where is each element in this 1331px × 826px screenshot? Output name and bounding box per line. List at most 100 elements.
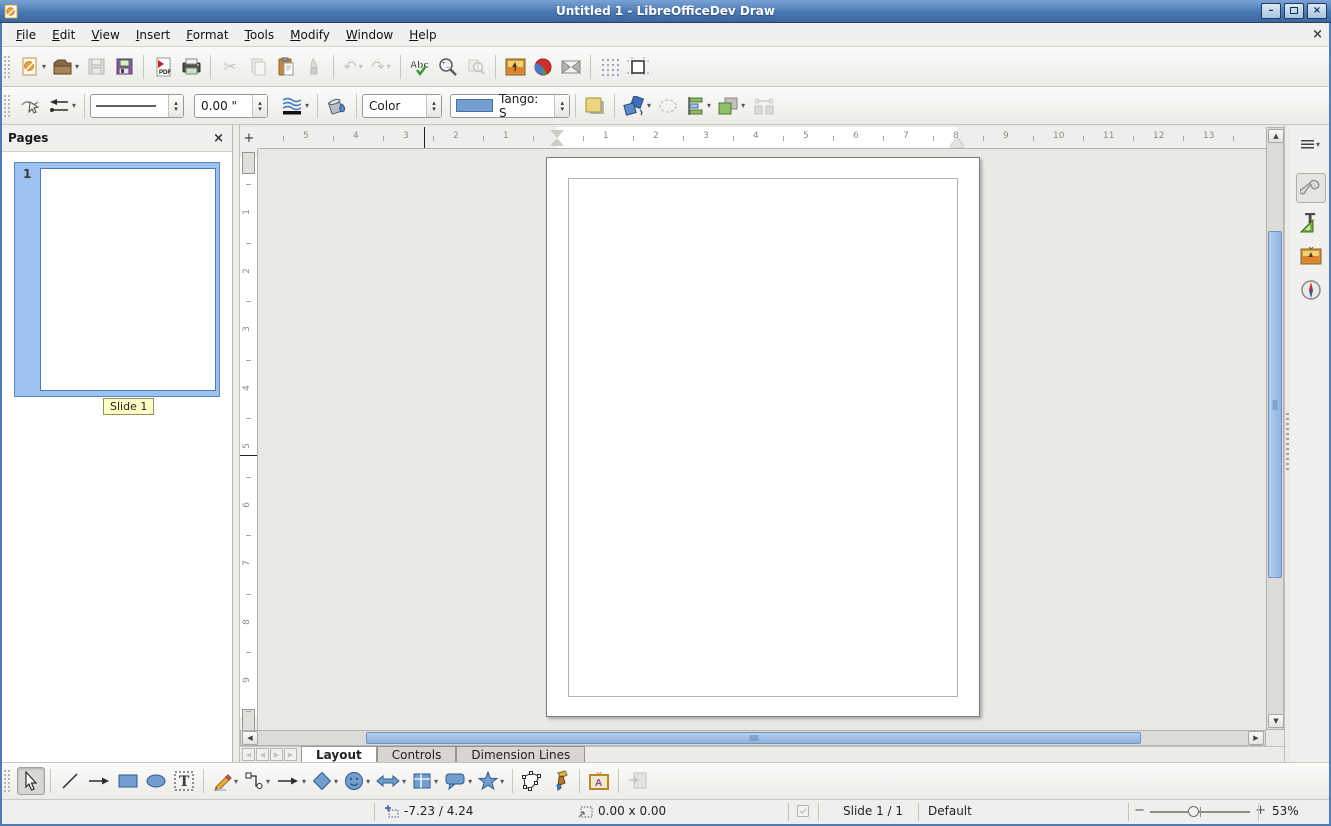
h-ruler[interactable]: 5432112345678910111213	[258, 127, 1266, 149]
shadow-button[interactable]	[581, 92, 609, 120]
ellipse-tool-button[interactable]	[142, 767, 170, 795]
fontwork-gallery-button[interactable]: A	[585, 767, 613, 795]
v-ruler-top-margin-marker[interactable]	[242, 152, 255, 174]
sidebar-splitter-handle[interactable]	[1286, 413, 1289, 473]
select-tool-button[interactable]	[17, 767, 45, 795]
redo-button[interactable]: ↷▾	[367, 53, 395, 81]
object-size-field[interactable]: 0.00 x 0.00	[578, 804, 666, 818]
zoom-out-icon[interactable]: −	[1134, 803, 1145, 818]
sidebar-properties-button[interactable]	[1296, 173, 1326, 203]
insert-file-button[interactable]	[624, 767, 652, 795]
cursor-position-field[interactable]: -7.23 / 4.24	[384, 804, 473, 818]
line-style-select[interactable]: ▴▾	[90, 94, 184, 118]
insert-chart-button[interactable]	[529, 53, 557, 81]
undo-dropdown-icon[interactable]: ▾	[359, 62, 363, 71]
callouts-dropdown-icon[interactable]: ▾	[468, 777, 472, 786]
menu-edit[interactable]: Edit	[44, 25, 83, 45]
arrow-style-dropdown-icon[interactable]: ▾	[72, 101, 76, 110]
v-ruler-bottom-margin-marker[interactable]	[242, 709, 255, 730]
open-button[interactable]: ▾	[49, 53, 82, 81]
zoom-percentage[interactable]: 53%	[1272, 804, 1299, 818]
curve-tool-button[interactable]: ▾	[209, 767, 241, 795]
paste-button[interactable]	[272, 53, 300, 81]
scroll-up-button[interactable]: ▲	[1268, 129, 1284, 143]
lines-arrows-dropdown-icon[interactable]: ▾	[302, 777, 306, 786]
menu-window[interactable]: Window	[338, 25, 401, 45]
line-ends-arrow-button[interactable]	[84, 767, 114, 795]
close-button[interactable]: ×	[1307, 3, 1327, 19]
last-layer-button[interactable]: ▶	[284, 748, 297, 761]
block-arrows-dropdown-icon[interactable]: ▾	[402, 777, 406, 786]
minimize-button[interactable]: –	[1261, 3, 1281, 19]
scroll-left-button[interactable]: ◀	[242, 731, 258, 745]
document-close-icon[interactable]: ×	[1312, 27, 1323, 42]
open-dropdown-icon[interactable]: ▾	[75, 62, 79, 71]
edit-points-mode-button[interactable]	[17, 92, 45, 120]
undo-button[interactable]: ↶▾	[339, 53, 367, 81]
distribute-button[interactable]	[748, 92, 780, 120]
slide-thumbnail-page[interactable]	[40, 168, 216, 391]
align-dropdown-icon[interactable]: ▾	[707, 101, 711, 110]
h-scrollbar[interactable]: ◀ ▶	[240, 730, 1266, 746]
fill-color-select[interactable]: Tango: S ▴▾	[450, 94, 570, 118]
line-style-spinner[interactable]: ▴▾	[168, 95, 183, 117]
maximize-button[interactable]	[1284, 3, 1304, 19]
sidebar-settings-button[interactable]: ▾	[1296, 129, 1326, 159]
slide-thumbnail[interactable]: 1	[14, 162, 220, 397]
line-width-spinner[interactable]: ▴▾	[252, 95, 267, 117]
page-style-field[interactable]: Default	[928, 804, 972, 818]
menu-help[interactable]: Help	[401, 25, 444, 45]
line-tool-button[interactable]	[56, 767, 84, 795]
arrow-style-button[interactable]: ▾	[45, 92, 79, 120]
line-color-button[interactable]: ▾	[278, 92, 312, 120]
next-layer-button[interactable]: ▶	[270, 748, 283, 761]
lines-arrows-button[interactable]: ▾	[273, 767, 309, 795]
tab-layout[interactable]: Layout	[301, 746, 377, 762]
scroll-right-button[interactable]: ▶	[1248, 731, 1264, 745]
symbol-shapes-dropdown-icon[interactable]: ▾	[366, 777, 370, 786]
menu-insert[interactable]: Insert	[128, 25, 178, 45]
v-scrollbar-thumb[interactable]	[1268, 231, 1282, 578]
document-modified-indicator[interactable]	[796, 804, 810, 818]
fill-type-spinner[interactable]: ▴▾	[426, 95, 441, 117]
tab-controls[interactable]: Controls	[377, 746, 457, 762]
transformations-button[interactable]	[654, 92, 682, 120]
spelling-button[interactable]: Abc	[406, 53, 434, 81]
v-ruler[interactable]: 12345678910	[240, 149, 258, 730]
menu-format[interactable]: Format	[178, 25, 236, 45]
fontwork-button[interactable]	[557, 53, 585, 81]
insert-image-button[interactable]	[501, 53, 529, 81]
flowchart-dropdown-icon[interactable]: ▾	[434, 777, 438, 786]
fill-color-spinner[interactable]: ▴▾	[554, 95, 569, 117]
block-arrows-button[interactable]: ▾	[373, 767, 409, 795]
text-box-tool-button[interactable]: T	[170, 767, 198, 795]
zoom-in-icon[interactable]: +	[1255, 803, 1266, 818]
glue-points-button[interactable]	[546, 767, 574, 795]
rotate-button[interactable]: ▾	[620, 92, 654, 120]
helplines-button[interactable]	[624, 53, 652, 81]
fill-type-select[interactable]: Color ▴▾	[362, 94, 442, 118]
rotate-dropdown-icon[interactable]: ▾	[647, 101, 651, 110]
scroll-down-button[interactable]: ▼	[1268, 714, 1284, 728]
find-replace-button[interactable]	[462, 53, 490, 81]
v-scrollbar[interactable]: ▲ ▼	[1266, 127, 1284, 730]
toolbar-grip[interactable]	[3, 55, 12, 79]
connector-tool-button[interactable]: ▾	[241, 767, 273, 795]
basic-shapes-dropdown-icon[interactable]: ▾	[334, 777, 338, 786]
save-button[interactable]	[82, 53, 110, 81]
panel-splitter[interactable]	[233, 125, 240, 762]
clone-formatting-button[interactable]	[300, 53, 328, 81]
titlebar[interactable]: Untitled 1 - LibreOfficeDev Draw – ×	[0, 0, 1331, 23]
export-pdf-button[interactable]: PDF	[149, 53, 177, 81]
callouts-button[interactable]: ▾	[441, 767, 475, 795]
line-color-dropdown-icon[interactable]: ▾	[305, 101, 309, 110]
align-objects-button[interactable]: ▾	[682, 92, 714, 120]
sidebar-navigator-button[interactable]	[1296, 275, 1326, 305]
menu-view[interactable]: View	[83, 25, 127, 45]
first-layer-button[interactable]: ◀	[242, 748, 255, 761]
h-ruler-left-margin-marker[interactable]	[550, 130, 564, 138]
tab-dimension-lines[interactable]: Dimension Lines	[456, 746, 585, 762]
copy-button[interactable]	[244, 53, 272, 81]
connector-dropdown-icon[interactable]: ▾	[266, 777, 270, 786]
basic-shapes-button[interactable]: ▾	[309, 767, 341, 795]
